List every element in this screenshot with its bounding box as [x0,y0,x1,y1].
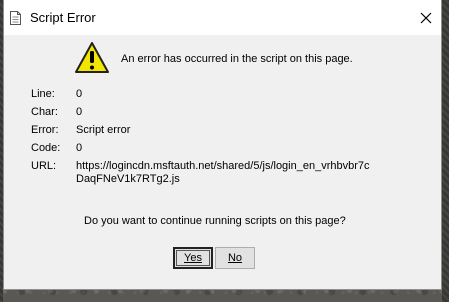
close-button[interactable] [411,0,441,35]
window-title: Script Error [30,10,96,25]
detail-label: Code: [31,142,61,154]
title-bar[interactable]: Script Error [4,0,441,35]
detail-value: Script error [76,124,131,136]
detail-value: 0 [76,142,83,154]
detail-value: 0 [76,88,83,100]
detail-value: 0 [76,106,83,118]
detail-label: Char: [31,106,58,118]
detail-label: Line: [31,88,55,100]
document-icon [10,11,21,25]
no-button[interactable]: No [215,247,255,269]
yes-button-label: Yes [184,252,202,264]
warning-icon [75,42,109,73]
no-button-label: No [227,252,243,264]
detail-value-url: https://logincdn.msftauth.net/shared/5/j… [76,160,370,185]
continue-question: Do you want to continue running scripts … [84,215,346,227]
error-message: An error has occurred in the script on t… [121,53,353,65]
desktop-background-right [442,0,449,302]
script-error-dialog: Script Error An error has occurred in th… [3,0,442,290]
detail-label: Error: [31,124,59,136]
yes-button[interactable]: Yes [173,247,213,269]
close-icon [420,12,432,23]
detail-label: URL: [31,160,57,172]
